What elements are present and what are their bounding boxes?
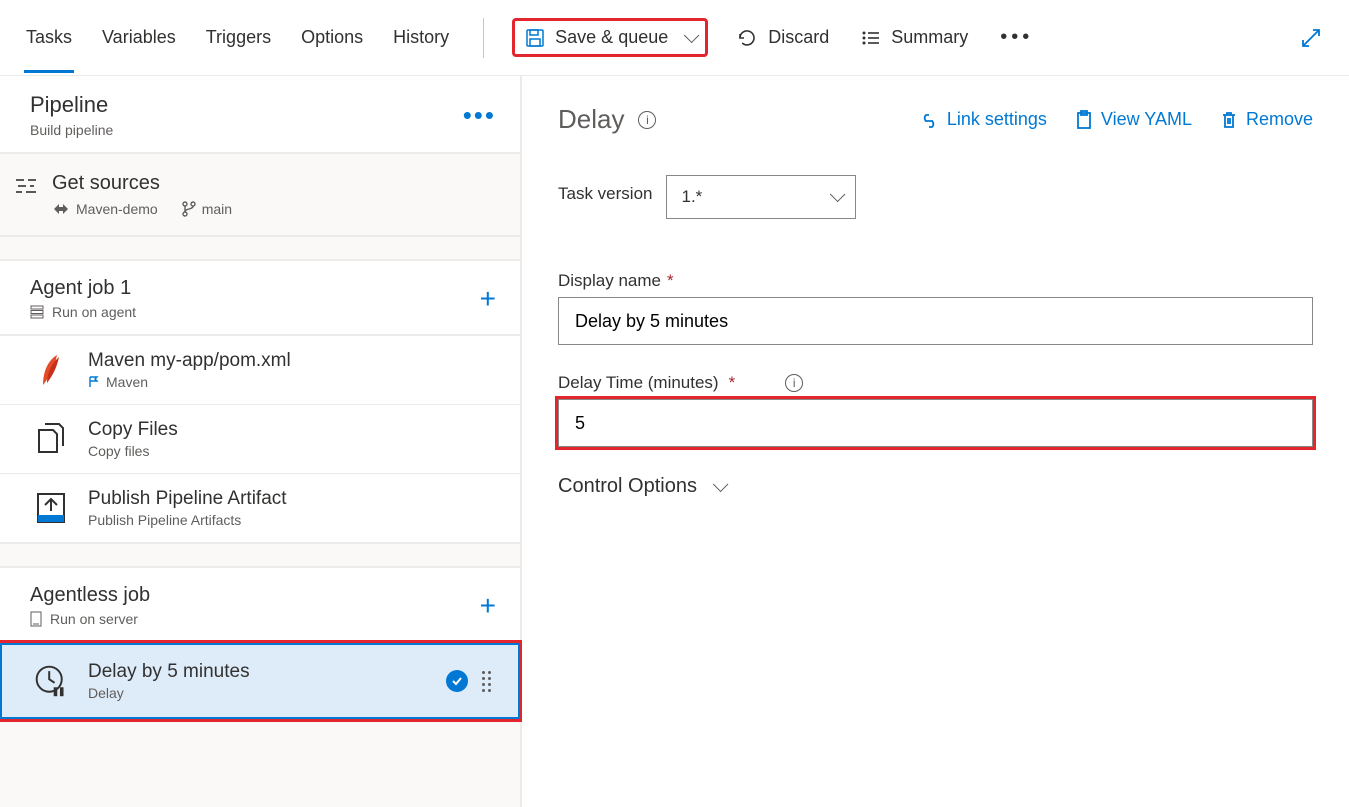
- add-task-button[interactable]: +: [480, 590, 496, 622]
- fullscreen-button[interactable]: [1299, 26, 1323, 50]
- view-yaml-button[interactable]: View YAML: [1075, 109, 1192, 130]
- control-options-label: Control Options: [558, 475, 697, 498]
- agentless-job-header[interactable]: Agentless job Run on server +: [0, 568, 520, 643]
- agent-job-block: Agent job 1 Run on agent + Maven my-app/…: [0, 259, 520, 544]
- task-copy-files[interactable]: Copy Files Copy files: [0, 405, 520, 474]
- agent-job-sub: Run on agent: [52, 304, 136, 320]
- chevron-down-icon: [678, 27, 695, 48]
- save-icon: [525, 28, 545, 48]
- branch-name: main: [202, 201, 232, 217]
- chevron-down-icon: [707, 475, 724, 498]
- task-version-value: 1.*: [681, 187, 702, 207]
- delay-icon: [34, 664, 68, 698]
- link-icon: [919, 112, 939, 128]
- remove-label: Remove: [1246, 109, 1313, 130]
- required-mark: *: [729, 373, 736, 393]
- undo-icon: [736, 27, 758, 49]
- sources-icon: [14, 176, 38, 196]
- delay-time-row: Delay Time (minutes) * i: [558, 373, 1313, 447]
- pipeline-title: Pipeline: [30, 92, 113, 118]
- main: Pipeline Build pipeline ••• Get sources …: [0, 76, 1349, 807]
- copy-icon: [34, 422, 68, 456]
- tab-options[interactable]: Options: [299, 3, 365, 73]
- pipeline-header[interactable]: Pipeline Build pipeline •••: [0, 76, 520, 154]
- publish-icon: [34, 491, 68, 525]
- display-name-input[interactable]: [558, 297, 1313, 345]
- list-icon: [861, 28, 881, 48]
- agentless-job-title: Agentless job: [30, 584, 150, 607]
- agentless-job-sub: Run on server: [50, 611, 138, 627]
- task-title: Maven my-app/pom.xml: [88, 350, 291, 372]
- get-sources-row[interactable]: Get sources Maven-demo main: [0, 154, 520, 237]
- agentless-job-block: Agentless job Run on server + Delay by 5…: [0, 566, 520, 719]
- save-queue-button[interactable]: Save & queue: [512, 18, 708, 57]
- more-icon: •••: [1000, 26, 1033, 49]
- drag-handle-icon[interactable]: [482, 671, 496, 692]
- delay-time-input[interactable]: [558, 399, 1313, 447]
- task-sub: Maven: [106, 374, 148, 390]
- save-queue-label: Save & queue: [555, 27, 668, 48]
- task-delay[interactable]: Delay by 5 minutes Delay: [0, 643, 520, 719]
- pipeline-sub: Build pipeline: [30, 122, 113, 138]
- toolbar: Save & queue Discard Summary •••: [512, 18, 1341, 57]
- task-title: Copy Files: [88, 419, 178, 441]
- task-title: Delay by 5 minutes: [88, 661, 250, 683]
- left-pane: Pipeline Build pipeline ••• Get sources …: [0, 76, 522, 807]
- info-icon[interactable]: i: [785, 374, 803, 392]
- tab-variables[interactable]: Variables: [100, 3, 178, 73]
- tabs-divider: [483, 18, 484, 58]
- details-title: Delay: [558, 104, 624, 135]
- tab-history[interactable]: History: [391, 3, 451, 73]
- link-settings-button[interactable]: Link settings: [919, 109, 1047, 130]
- clipboard-icon: [1075, 110, 1093, 130]
- link-settings-label: Link settings: [947, 109, 1047, 130]
- task-sub: Copy files: [88, 443, 178, 459]
- trash-icon: [1220, 110, 1238, 130]
- delay-time-label: Delay Time (minutes): [558, 373, 719, 393]
- discard-button[interactable]: Discard: [732, 21, 833, 55]
- right-pane: Delay i Link settings View YAML Remove: [522, 76, 1349, 807]
- task-version-label: Task version: [558, 184, 652, 204]
- more-button[interactable]: •••: [996, 20, 1037, 55]
- required-mark: *: [667, 271, 674, 291]
- chevron-down-icon: [824, 187, 841, 207]
- remove-button[interactable]: Remove: [1220, 109, 1313, 130]
- discard-label: Discard: [768, 27, 829, 48]
- repo-icon: [52, 202, 70, 216]
- tab-triggers[interactable]: Triggers: [204, 3, 273, 73]
- task-sub: Delay: [88, 685, 250, 701]
- info-icon[interactable]: i: [638, 111, 656, 129]
- server-icon: [30, 611, 42, 627]
- agent-job-title: Agent job 1: [30, 277, 136, 300]
- tab-tasks[interactable]: Tasks: [24, 3, 74, 73]
- repo-name: Maven-demo: [76, 201, 158, 217]
- agent-job-header[interactable]: Agent job 1 Run on agent +: [0, 261, 520, 336]
- task-maven[interactable]: Maven my-app/pom.xml Maven: [0, 336, 520, 405]
- server-icon: [30, 305, 44, 319]
- control-options-toggle[interactable]: Control Options: [558, 475, 1313, 498]
- details-header: Delay i Link settings View YAML Remove: [558, 104, 1313, 135]
- task-publish-artifact[interactable]: Publish Pipeline Artifact Publish Pipeli…: [0, 474, 520, 544]
- task-version-row: Task version 1.*: [558, 175, 1313, 219]
- tabs-left: Tasks Variables Triggers Options History: [24, 3, 451, 73]
- view-yaml-label: View YAML: [1101, 109, 1192, 130]
- top-tabs: Tasks Variables Triggers Options History…: [0, 0, 1349, 76]
- flag-icon: [88, 376, 100, 388]
- task-title: Publish Pipeline Artifact: [88, 488, 287, 510]
- pipeline-more-button[interactable]: •••: [463, 110, 496, 120]
- summary-button[interactable]: Summary: [857, 21, 972, 54]
- task-sub: Publish Pipeline Artifacts: [88, 512, 287, 528]
- display-name-row: Display name *: [558, 271, 1313, 345]
- add-task-button[interactable]: +: [480, 283, 496, 315]
- task-version-select[interactable]: 1.*: [666, 175, 856, 219]
- maven-icon: [34, 353, 68, 387]
- summary-label: Summary: [891, 27, 968, 48]
- check-icon: [446, 670, 468, 692]
- display-name-label: Display name: [558, 271, 661, 291]
- branch-icon: [182, 201, 196, 217]
- get-sources-title: Get sources: [52, 172, 232, 195]
